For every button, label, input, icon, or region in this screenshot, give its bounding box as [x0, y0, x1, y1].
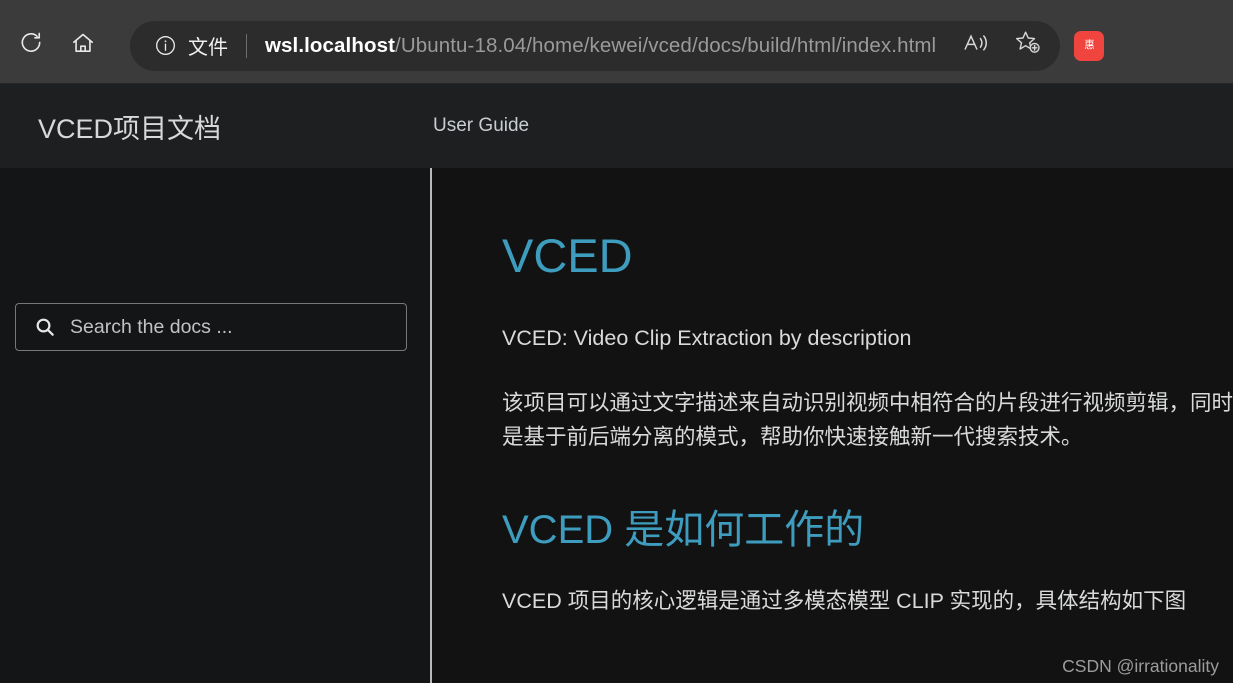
page-title: VCED	[502, 229, 633, 282]
section-heading: VCED 是如何工作的	[502, 508, 865, 553]
page-body: VCED VCED: Video Clip Extraction by desc…	[0, 168, 1233, 683]
site-nav: User Guide	[433, 115, 529, 137]
read-aloud-icon	[962, 30, 990, 61]
browser-toolbar: 文件 wsl.localhost/Ubuntu-18.04/home/kewei…	[0, 8, 1233, 83]
extension-badge[interactable]: 惠	[1074, 30, 1104, 61]
main-content: VCED VCED: Video Clip Extraction by desc…	[432, 168, 1233, 683]
url-text[interactable]: wsl.localhost/Ubuntu-18.04/home/kewei/vc…	[265, 34, 936, 58]
section-paragraph: VCED 项目的核心逻辑是通过多模态模型 CLIP 实现的，具体结构如下图	[502, 589, 1187, 614]
favorite-star-add-icon	[1013, 29, 1043, 62]
home-icon	[70, 30, 96, 61]
url-path: /Ubuntu-18.04/home/kewei/vced/docs/build…	[395, 33, 937, 57]
info-circle-icon	[154, 34, 177, 57]
tab-strip	[0, 0, 1233, 8]
search-box[interactable]	[15, 303, 407, 351]
nav-item-user-guide[interactable]: User Guide	[433, 115, 529, 137]
browser-chrome: 文件 wsl.localhost/Ubuntu-18.04/home/kewei…	[0, 0, 1233, 84]
site-header: VCED项目文档 User Guide	[0, 84, 1233, 168]
intro-paragraph: 该项目可以通过文字描述来自动识别视频中相符合的片段进行视频剪辑，同时也是基于前后…	[502, 390, 1233, 450]
sidebar	[0, 168, 431, 683]
csdn-watermark: CSDN @irrationality	[1062, 656, 1219, 676]
page-viewport: VCED项目文档 User Guide VCED VCED: Video Cli…	[0, 84, 1233, 683]
search-input[interactable]	[70, 315, 396, 339]
site-info-button[interactable]: 文件	[154, 31, 228, 60]
url-host: wsl.localhost	[265, 33, 396, 57]
reload-icon	[18, 30, 44, 61]
address-bar[interactable]: 文件 wsl.localhost/Ubuntu-18.04/home/kewei…	[130, 20, 1060, 71]
home-button[interactable]	[60, 23, 106, 69]
read-aloud-button[interactable]	[950, 23, 1002, 69]
add-favorite-button[interactable]	[1002, 23, 1054, 69]
toolbar-right-actions	[950, 23, 1054, 69]
reload-button[interactable]	[8, 23, 54, 69]
address-separator	[246, 33, 247, 58]
site-info-label: 文件	[188, 37, 228, 59]
intro-subtitle: VCED: Video Clip Extraction by descripti…	[502, 325, 912, 350]
site-title[interactable]: VCED项目文档	[38, 107, 221, 146]
search-icon	[34, 316, 56, 338]
extension-badge-label: 惠	[1083, 39, 1095, 51]
